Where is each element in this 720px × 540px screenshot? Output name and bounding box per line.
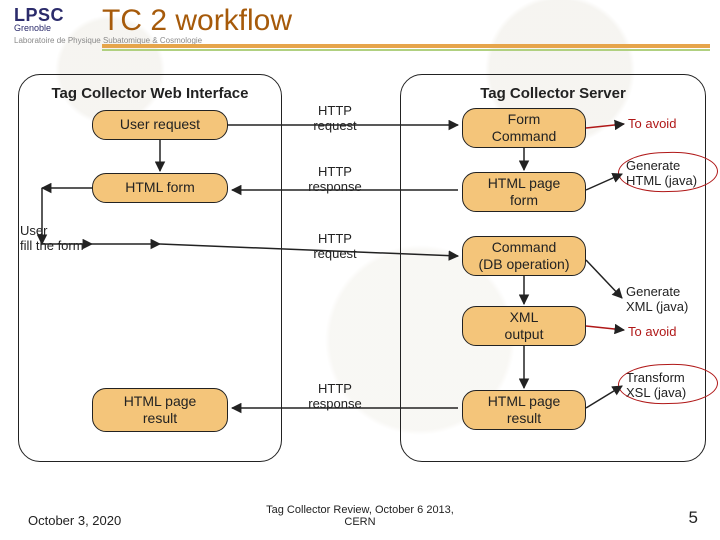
box-html-page-result-left: HTML page result (92, 388, 228, 432)
box-form-command: Form Command (462, 108, 586, 148)
label-http-request-1: HTTP request (300, 104, 370, 134)
box-xml-output: XML output (462, 306, 586, 346)
annot-generate-xml: Generate XML (java) (626, 284, 688, 314)
title-underline (102, 44, 710, 52)
label-user-fill-form: User fill the form (20, 223, 84, 253)
box-html-page-form: HTML page form (462, 172, 586, 212)
box-html-form: HTML form (92, 173, 228, 203)
footer-middle: Tag Collector Review, October 6 2013, CE… (0, 504, 720, 528)
box-html-page-result-right: HTML page result (462, 390, 586, 430)
annot-to-avoid-2: To avoid (628, 324, 676, 339)
label-http-response-2: HTTP response (300, 382, 370, 412)
panel-left-title: Tag Collector Web Interface (19, 85, 281, 102)
footer-page-number: 5 (689, 508, 698, 528)
label-http-request-2: HTTP request (300, 232, 370, 262)
box-command-db: Command (DB operation) (462, 236, 586, 276)
box-user-request: User request (92, 110, 228, 140)
slide-title: TC 2 workflow (102, 4, 292, 38)
panel-right-title: Tag Collector Server (401, 85, 705, 102)
annot-to-avoid-1: To avoid (628, 116, 676, 131)
label-http-response-1: HTTP response (300, 165, 370, 195)
